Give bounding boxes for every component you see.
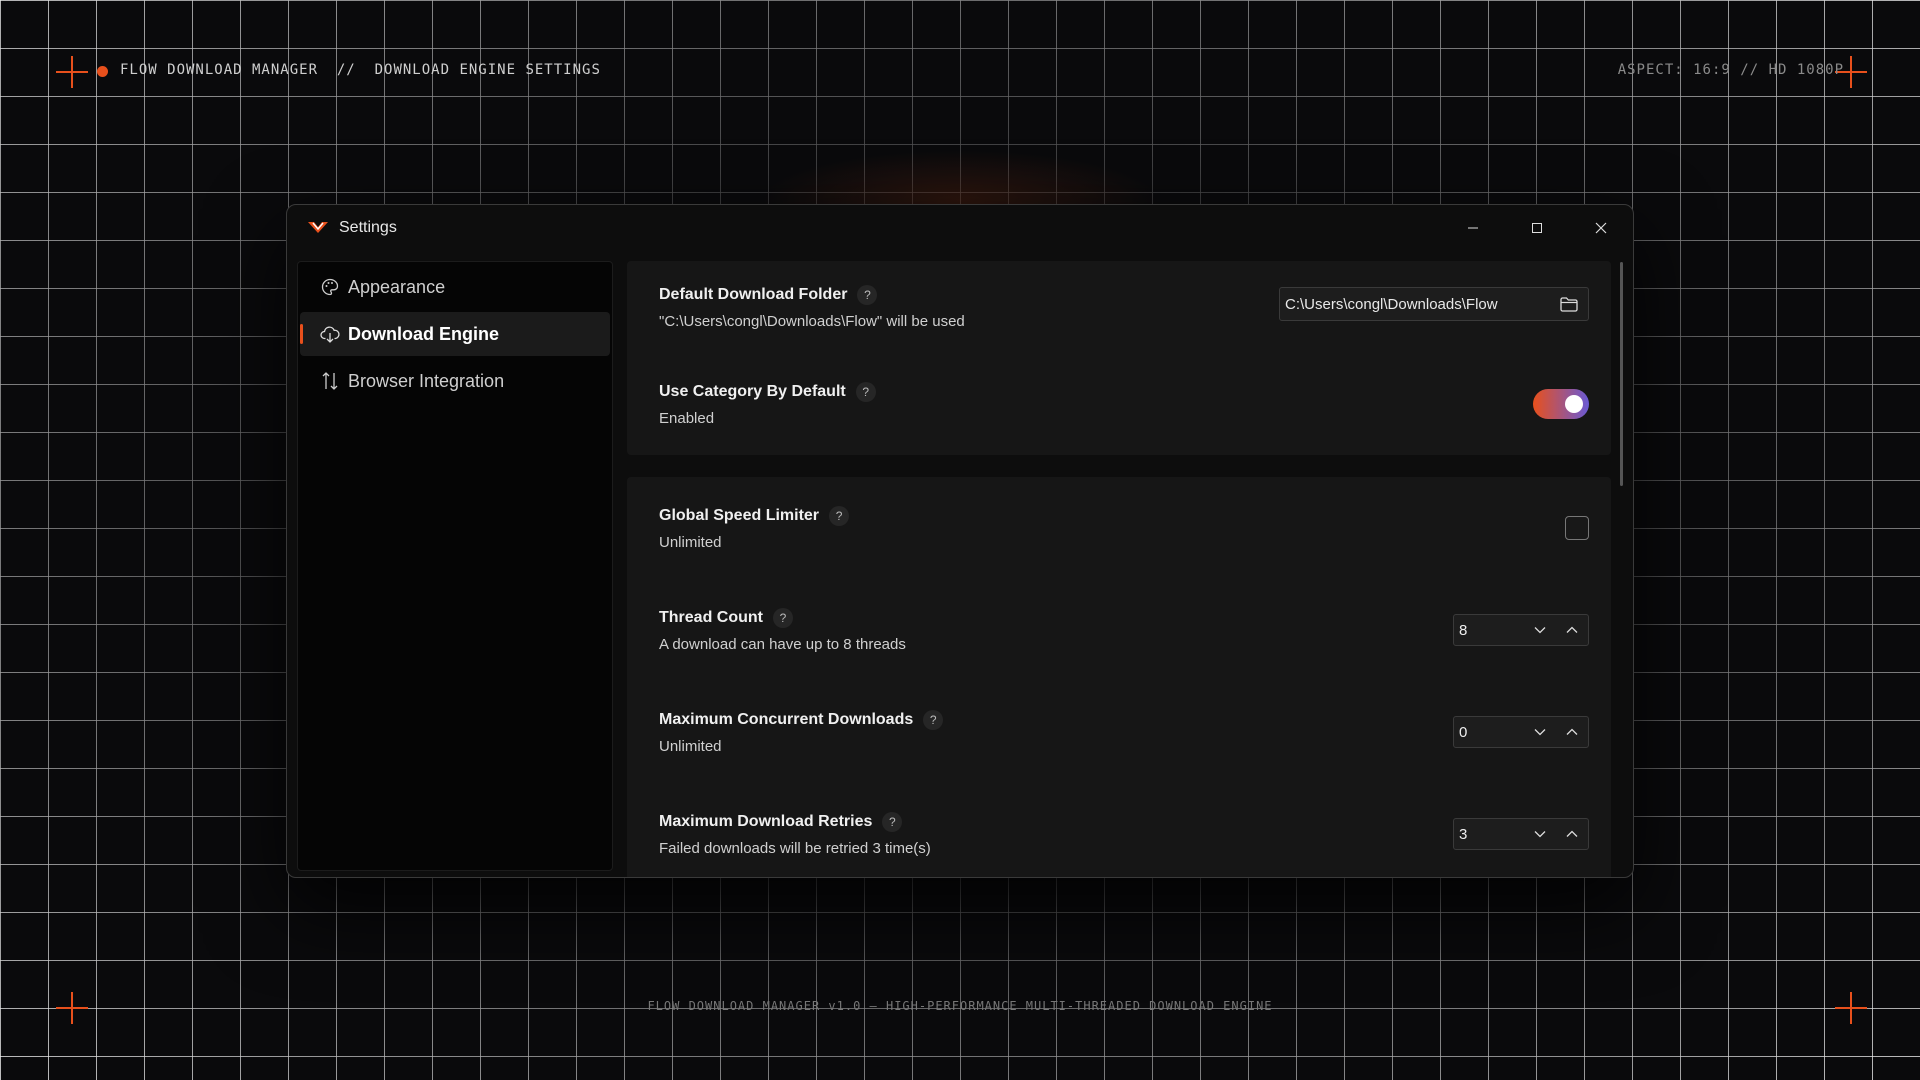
minimize-icon — [1468, 227, 1478, 229]
setting-title: Maximum Concurrent Downloads ? — [659, 709, 944, 730]
max-concurrent-stepper[interactable]: 0 — [1453, 716, 1589, 748]
setting-row-download-folder: Default Download Folder ? "C:\Users\cong… — [659, 261, 1589, 353]
maximize-icon — [1532, 223, 1542, 233]
chevron-up-icon — [1566, 830, 1578, 837]
window-title: Settings — [339, 219, 397, 236]
app-logo-icon — [308, 222, 328, 233]
toggle-knob — [1565, 395, 1583, 413]
chevron-up-icon — [1566, 626, 1578, 633]
sidebar-item-browser-integration[interactable]: Browser Integration — [300, 359, 610, 403]
arrows-up-down-icon — [320, 371, 340, 391]
sidebar-item-label: Appearance — [348, 276, 446, 297]
hud-brand: FLOW DOWNLOAD MANAGER — [120, 62, 319, 78]
hud-aspect: ASPECT: 16:9 // HD 1080P — [1617, 62, 1844, 78]
download-folder-field[interactable]: C:\Users\congl\Downloads\Flow — [1279, 287, 1589, 321]
increment-button[interactable] — [1556, 717, 1588, 747]
help-icon[interactable]: ? — [923, 709, 944, 730]
setting-description: "C:\Users\congl\Downloads\Flow" will be … — [659, 312, 965, 330]
help-icon[interactable]: ? — [855, 381, 876, 402]
help-icon[interactable]: ? — [882, 811, 903, 832]
speed-limiter-checkbox[interactable] — [1565, 516, 1589, 540]
settings-sidebar: Appearance Download Engine Browser Integ… — [297, 261, 613, 871]
setting-row-max-concurrent: Maximum Concurrent Downloads ? Unlimited… — [659, 681, 1589, 783]
chevron-down-icon — [1534, 831, 1546, 838]
setting-row-use-category: Use Category By Default ? Enabled — [659, 353, 1589, 455]
setting-row-thread-count: Thread Count ? A download can have up to… — [659, 579, 1589, 681]
decrement-button[interactable] — [1524, 819, 1556, 849]
folder-icon[interactable] — [1560, 296, 1578, 312]
setting-title: Thread Count ? — [659, 607, 906, 628]
content-scrollbar[interactable] — [1620, 262, 1623, 486]
hud-separator: // — [336, 62, 356, 78]
help-icon[interactable]: ? — [857, 284, 878, 305]
minimize-button[interactable] — [1441, 205, 1505, 251]
decrement-button[interactable] — [1524, 615, 1556, 645]
decrement-button[interactable] — [1524, 717, 1556, 747]
setting-title: Maximum Download Retries ? — [659, 811, 931, 832]
chevron-down-icon — [1534, 729, 1546, 736]
stepper-value[interactable]: 0 — [1459, 724, 1524, 741]
download-folder-path: C:\Users\congl\Downloads\Flow — [1285, 295, 1498, 313]
hud-footer: FLOW DOWNLOAD MANAGER v1.0 — HIGH-PERFOR… — [647, 999, 1273, 1013]
sidebar-item-download-engine[interactable]: Download Engine — [300, 312, 610, 356]
settings-content: Default Download Folder ? "C:\Users\cong… — [627, 261, 1611, 877]
sidebar-item-appearance[interactable]: Appearance — [300, 265, 610, 309]
setting-title: Global Speed Limiter ? — [659, 505, 850, 526]
settings-card-general: Default Download Folder ? "C:\Users\cong… — [627, 261, 1611, 455]
palette-icon — [320, 277, 340, 297]
hud-page: DOWNLOAD ENGINE SETTINGS — [374, 62, 601, 78]
crosshair-top-left — [56, 56, 88, 88]
help-icon[interactable]: ? — [829, 505, 850, 526]
setting-description: Failed downloads will be retried 3 time(… — [659, 839, 931, 857]
setting-row-max-retries: Maximum Download Retries ? Failed downlo… — [659, 783, 1589, 877]
chevron-down-icon — [1534, 627, 1546, 634]
setting-description: A download can have up to 8 threads — [659, 635, 906, 653]
max-retries-stepper[interactable]: 3 — [1453, 818, 1589, 850]
setting-title: Default Download Folder ? — [659, 284, 965, 305]
close-icon — [1595, 222, 1607, 234]
thread-count-stepper[interactable]: 8 — [1453, 614, 1589, 646]
stepper-value[interactable]: 8 — [1459, 622, 1524, 639]
settings-window: Settings Appearance Download Engine Brow… — [286, 204, 1634, 878]
hud-header: FLOW DOWNLOAD MANAGER // DOWNLOAD ENGINE… — [120, 62, 601, 78]
setting-description: Unlimited — [659, 533, 722, 551]
help-icon[interactable]: ? — [773, 607, 793, 628]
setting-description: Unlimited — [659, 737, 722, 755]
setting-description: Enabled — [659, 409, 715, 427]
close-button[interactable] — [1569, 205, 1633, 251]
sidebar-item-label: Browser Integration — [348, 370, 505, 391]
setting-title: Use Category By Default ? — [659, 381, 876, 402]
settings-card-limits: Global Speed Limiter ? Unlimited Thread … — [627, 477, 1611, 877]
setting-row-speed-limiter: Global Speed Limiter ? Unlimited — [659, 477, 1589, 579]
stepper-value[interactable]: 3 — [1459, 826, 1524, 843]
sidebar-item-label: Download Engine — [348, 323, 499, 344]
title-bar[interactable]: Settings — [287, 205, 1633, 251]
window-controls — [1441, 205, 1633, 251]
use-category-toggle[interactable] — [1533, 389, 1589, 419]
maximize-button[interactable] — [1505, 205, 1569, 251]
status-dot — [97, 66, 108, 77]
increment-button[interactable] — [1556, 819, 1588, 849]
increment-button[interactable] — [1556, 615, 1588, 645]
chevron-up-icon — [1566, 728, 1578, 735]
cloud-download-icon — [320, 324, 340, 344]
